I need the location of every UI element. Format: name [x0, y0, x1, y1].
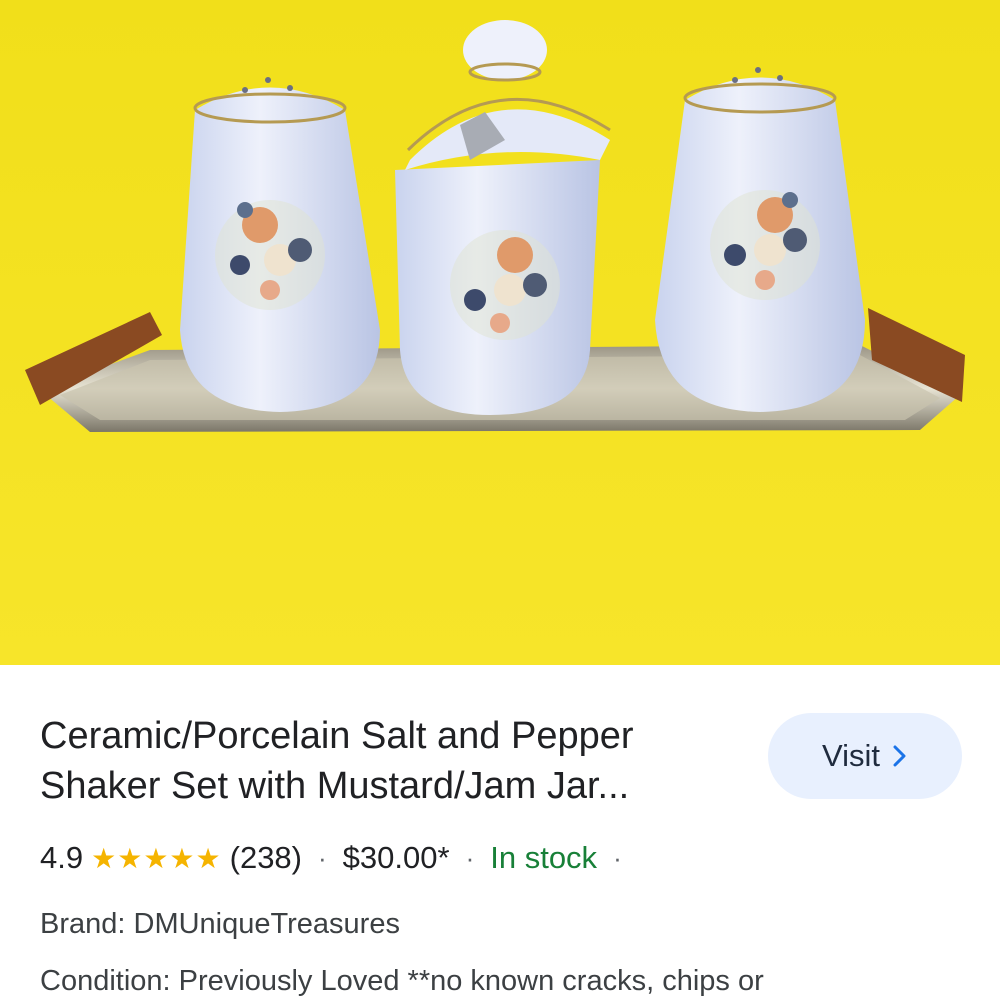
product-meta-row: 4.9 ★★★★★ (238) · $30.00* · In stock ·: [40, 840, 638, 876]
separator-dot: ·: [465, 842, 475, 873]
visit-button-label: Visit: [821, 738, 880, 773]
chevron-right-icon: [893, 745, 906, 767]
product-image[interactable]: [0, 0, 1000, 665]
separator-dot: ·: [613, 842, 622, 873]
stock-status: In stock: [490, 840, 598, 875]
salt-pepper-set-illustration: [0, 0, 1000, 665]
brand-text: Brand: DMUniqueTreasures: [40, 908, 400, 940]
separator-dot: ·: [318, 842, 327, 873]
review-count[interactable]: (238): [230, 840, 302, 876]
product-title[interactable]: Ceramic/Porcelain Salt and Pepper Shaker…: [40, 711, 740, 811]
product-info-panel: Ceramic/Porcelain Salt and Pepper Shaker…: [0, 665, 1000, 1000]
price: $30.00*: [342, 840, 450, 875]
product-title-line-2[interactable]: Shaker Set with Mustard/Jam Jar...: [40, 761, 740, 811]
visit-button[interactable]: Visit: [768, 713, 962, 799]
condition-text: Condition: Previously Loved **no known c…: [40, 965, 764, 997]
product-title-line-1[interactable]: Ceramic/Porcelain Salt and Pepper: [40, 711, 740, 761]
rating-value: 4.9: [40, 840, 84, 875]
star-rating-icon: ★★★★★: [91, 842, 222, 874]
pepper-shaker: [655, 67, 865, 412]
